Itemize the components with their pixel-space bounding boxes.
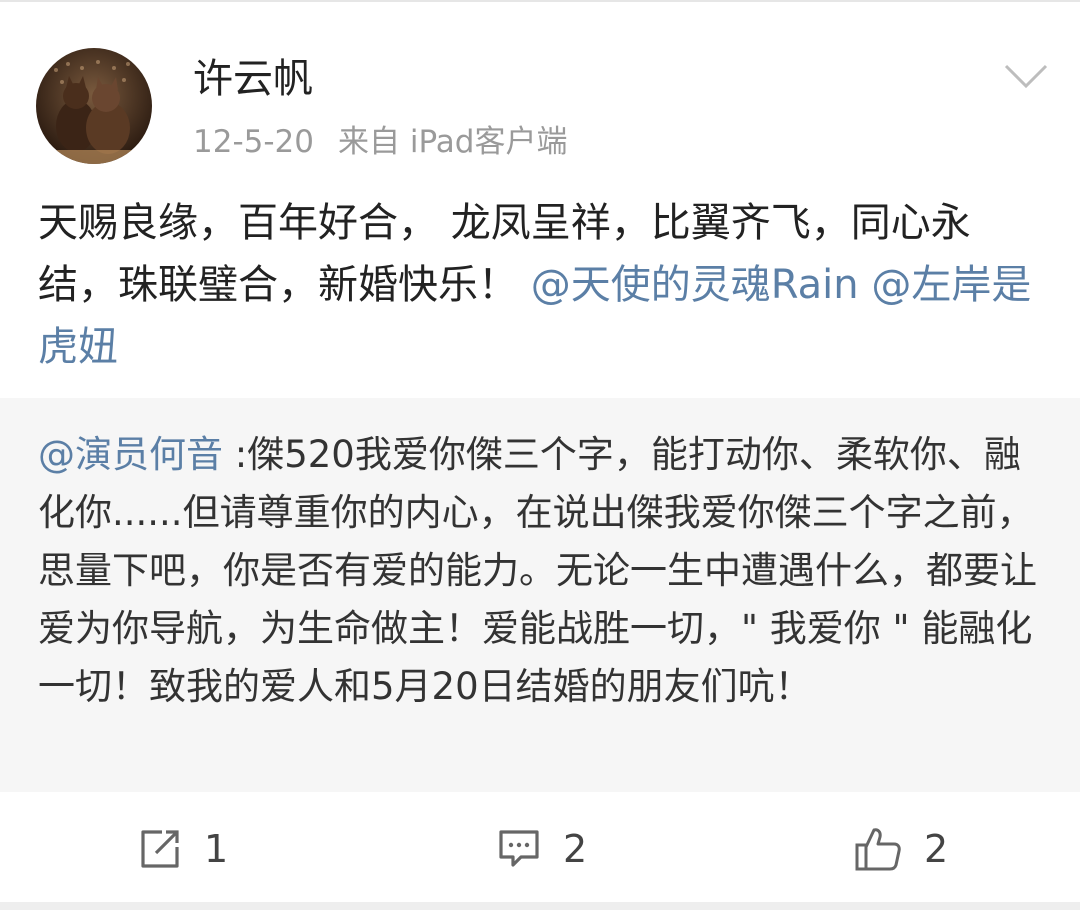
- weibo-post-card: 许云帆 12-5-20 来自 iPad客户端 天赐良缘，百年好合， 龙凤呈祥，比翼…: [0, 0, 1080, 910]
- post-meta: 12-5-20 来自 iPad客户端: [193, 120, 567, 164]
- like-button[interactable]: 2: [854, 824, 948, 874]
- repost-button[interactable]: 1: [138, 824, 228, 874]
- card-divider: [0, 902, 1080, 910]
- repost-count: 1: [204, 827, 229, 871]
- avatar-image: [36, 48, 152, 164]
- repost-author-mention[interactable]: @演员何音: [38, 433, 223, 476]
- thumbs-up-icon: [855, 828, 901, 871]
- chevron-down-icon[interactable]: [1002, 60, 1050, 94]
- post-header: 许云帆 12-5-20 来自 iPad客户端: [0, 2, 1080, 182]
- post-date: 12-5-20: [193, 124, 314, 160]
- post-body: 天赐良缘，百年好合， 龙凤呈祥，比翼齐飞，同心永结，珠联璧合，新婚快乐！ @天使…: [38, 192, 1050, 378]
- comment-icon: [499, 830, 539, 867]
- like-count: 2: [924, 827, 949, 871]
- repost-body: @演员何音 :傑520我爱你傑三个字，能打动你、柔软你、融化你......但请尊…: [38, 426, 1048, 716]
- reposted-content[interactable]: @演员何音 :傑520我爱你傑三个字，能打动你、柔软你、融化你......但请尊…: [0, 398, 1080, 792]
- comment-button[interactable]: 2: [497, 824, 587, 874]
- avatar[interactable]: [36, 48, 152, 164]
- author-name[interactable]: 许云帆: [193, 52, 313, 106]
- action-bar: 1 2 2: [0, 792, 1080, 904]
- share-icon: [141, 830, 179, 868]
- mention-link-1[interactable]: @天使的灵魂Rain: [531, 262, 859, 308]
- post-source: 来自 iPad客户端: [338, 124, 568, 160]
- comment-count: 2: [563, 827, 588, 871]
